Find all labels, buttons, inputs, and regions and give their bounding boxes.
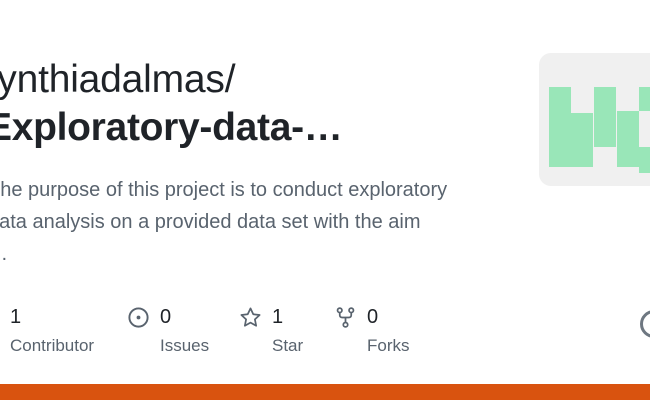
owner-avatar[interactable]	[539, 53, 650, 186]
repo-name[interactable]: Exploratory-data-…	[0, 106, 343, 150]
identicon-block	[549, 87, 571, 167]
stat-issues-label: Issues	[160, 336, 210, 355]
identicon-block	[571, 113, 593, 147]
identicon-block	[571, 147, 593, 167]
repo-owner[interactable]: cynthiadalmas/	[0, 58, 236, 102]
stat-issues[interactable]: 0 Issues	[127, 300, 209, 356]
repo-stats: 1 Contributor 0 Issues 1 Star 0 Forks	[0, 300, 650, 360]
description-line: data analysis on a provided data set wit…	[0, 211, 421, 233]
stat-contributors[interactable]: 1 Contributor	[0, 300, 94, 356]
identicon-block	[594, 113, 616, 147]
stat-issues-value: 0	[160, 305, 172, 328]
stat-forks-value: 0	[367, 305, 379, 328]
stat-contributors-label: Contributor	[10, 336, 95, 355]
stat-forks[interactable]: 0 Forks	[334, 300, 410, 356]
identicon-block	[594, 87, 616, 113]
description-line: The purpose of this project is to conduc…	[0, 179, 448, 201]
repo-forked-icon	[334, 306, 357, 329]
identicon-block	[639, 147, 650, 173]
stat-stars[interactable]: 1 Star	[239, 300, 303, 356]
stat-contributors-value: 1	[10, 305, 22, 328]
star-icon	[239, 306, 262, 329]
issue-opened-icon	[127, 306, 150, 329]
accent-bar	[0, 384, 650, 400]
stat-stars-label: Star	[272, 336, 304, 355]
identicon-block	[639, 87, 650, 111]
stat-forks-label: Forks	[367, 336, 410, 355]
repo-description: The purpose of this project is to conduc…	[0, 174, 508, 270]
description-line: …	[0, 238, 508, 270]
identicon-block	[617, 111, 639, 167]
stat-stars-value: 1	[272, 305, 284, 328]
